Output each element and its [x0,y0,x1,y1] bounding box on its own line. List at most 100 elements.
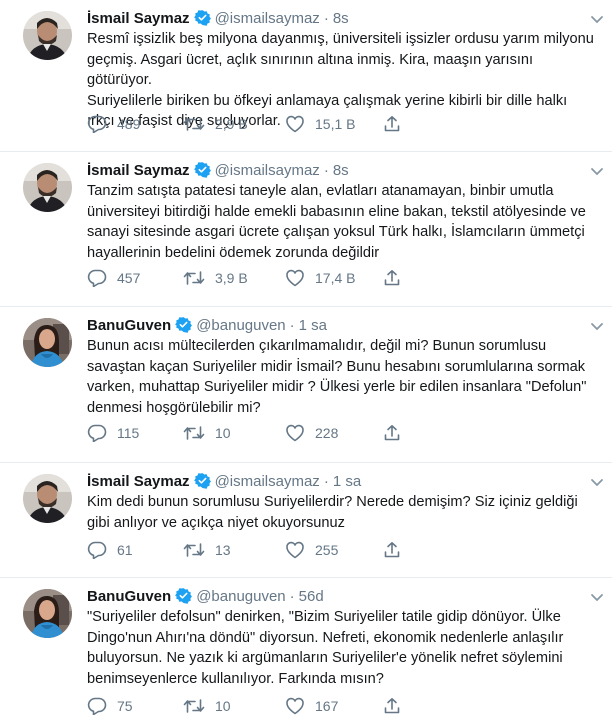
tweet-actions: 457 3,9 B 17,4 B [87,267,507,289]
tweet-timestamp[interactable]: 1 sa [333,473,361,490]
retweet-button[interactable]: 3,9 B [183,267,248,289]
tweet-text: "Suriyeliler defolsun" denirken, "Bizim … [87,609,564,687]
retweet-icon [183,424,215,442]
author-handle[interactable]: @ismailsaymaz [215,473,320,490]
chevron-down-icon[interactable] [590,319,604,331]
reply-count: 75 [117,698,133,714]
reply-count: 489 [117,116,141,132]
retweet-count: 3,9 B [215,270,248,286]
reply-button[interactable]: 457 [87,267,140,289]
avatar-banu-guven[interactable] [23,318,72,367]
separator-dot: · [323,10,329,27]
tweet[interactable]: İsmail Saymaz @ismailsaymaz · 8s Tanzim sat… [0,152,612,307]
share-button[interactable] [383,267,411,289]
tweet-actions: 489 2,9 B 15,1 B [87,113,507,135]
avatar-ismail-saymaz[interactable] [23,163,72,212]
share-button[interactable] [383,422,411,444]
tweet-timestamp[interactable]: 1 sa [299,317,327,334]
chevron-down-icon[interactable] [590,475,604,487]
comment-bubble-icon [87,115,117,133]
reply-button[interactable]: 61 [87,539,133,561]
author-name[interactable]: BanuGuven [87,588,171,605]
heart-icon [285,115,315,133]
share-upload-icon [383,697,411,715]
heart-icon [285,541,315,559]
tweet-actions: 115 10 228 [87,422,507,444]
chevron-down-icon[interactable] [590,164,604,176]
tweet-timestamp[interactable]: 8s [333,10,349,27]
tweet-timestamp[interactable]: 8s [333,162,349,179]
share-button[interactable] [383,113,411,135]
avatar-banu-guven[interactable] [23,589,72,638]
retweet-icon [183,541,215,559]
reply-count: 457 [117,270,141,286]
tweet-header: İsmail Saymaz @ismailsaymaz · 8s [87,161,602,181]
separator-dot: · [289,588,295,605]
tweet-actions: 75 10 167 [87,695,507,717]
tweet-actions: 61 13 255 [87,539,507,561]
author-handle[interactable]: @ismailsaymaz [215,162,320,179]
retweet-count: 10 [215,425,231,441]
share-button[interactable] [383,695,411,717]
author-handle[interactable]: @banuguven [196,588,285,605]
separator-dot: · [289,317,295,334]
tweet-text: Tanzim satışta patatesi taneyle alan, ev… [87,183,586,261]
author-name[interactable]: İsmail Saymaz [87,162,190,179]
reply-button[interactable]: 489 [87,113,140,135]
retweet-button[interactable]: 2,9 B [183,113,248,135]
heart-icon [285,697,315,715]
retweet-icon [183,269,215,287]
heart-icon [285,269,315,287]
retweet-count: 2,9 B [215,116,248,132]
share-button[interactable] [383,539,411,561]
chevron-down-icon[interactable] [590,12,604,24]
separator-dot: · [323,162,329,179]
avatar-ismail-saymaz[interactable] [23,474,72,523]
reply-count: 115 [117,425,140,441]
author-name[interactable]: BanuGuven [87,317,171,334]
tweet-header: BanuGuven @banuguven · 1 sa [87,316,602,336]
reply-button[interactable]: 75 [87,695,133,717]
comment-bubble-icon [87,424,117,442]
tweet-text: Kim dedi bunun sorumlusu Suriyelilerdir?… [87,494,578,531]
comment-bubble-icon [87,697,117,715]
like-count: 228 [315,425,339,441]
share-upload-icon [383,115,411,133]
share-upload-icon [383,269,411,287]
comment-bubble-icon [87,269,117,287]
comment-bubble-icon [87,541,117,559]
like-count: 167 [315,698,339,714]
author-handle[interactable]: @ismailsaymaz [215,10,320,27]
like-button[interactable]: 255 [285,539,338,561]
retweet-count: 10 [215,698,231,714]
tweet[interactable]: BanuGuven @banuguven · 1 sa Bunun acısı mül… [0,307,612,463]
share-upload-icon [383,541,411,559]
retweet-icon [183,115,215,133]
retweet-icon [183,697,215,715]
retweet-button[interactable]: 10 [183,695,231,717]
tweet[interactable]: BanuGuven @banuguven · 56d "Suriyeliler def… [0,578,612,728]
share-upload-icon [383,424,411,442]
chevron-down-icon[interactable] [590,590,604,602]
separator-dot: · [323,473,329,490]
tweet-header: BanuGuven @banuguven · 56d [87,587,602,607]
author-handle[interactable]: @banuguven [196,317,285,334]
like-button[interactable]: 228 [285,422,338,444]
retweet-count: 13 [215,542,231,558]
reply-button[interactable]: 115 [87,422,139,444]
avatar-ismail-saymaz[interactable] [23,11,72,60]
tweet-header: İsmail Saymaz @ismailsaymaz · 8s [87,9,602,29]
like-count: 255 [315,542,339,558]
tweet[interactable]: İsmail Saymaz @ismailsaymaz · 8s Resmî işsi… [0,0,612,152]
like-button[interactable]: 17,4 B [285,267,355,289]
tweet[interactable]: İsmail Saymaz @ismailsaymaz · 1 sa Kim dedi… [0,463,612,578]
tweet-header: İsmail Saymaz @ismailsaymaz · 1 sa [87,472,602,492]
author-name[interactable]: İsmail Saymaz [87,473,190,490]
tweet-timestamp[interactable]: 56d [299,588,324,605]
like-button[interactable]: 15,1 B [285,113,355,135]
author-name[interactable]: İsmail Saymaz [87,10,190,27]
like-button[interactable]: 167 [285,695,338,717]
retweet-button[interactable]: 10 [183,422,231,444]
retweet-button[interactable]: 13 [183,539,231,561]
like-count: 17,4 B [315,270,356,286]
